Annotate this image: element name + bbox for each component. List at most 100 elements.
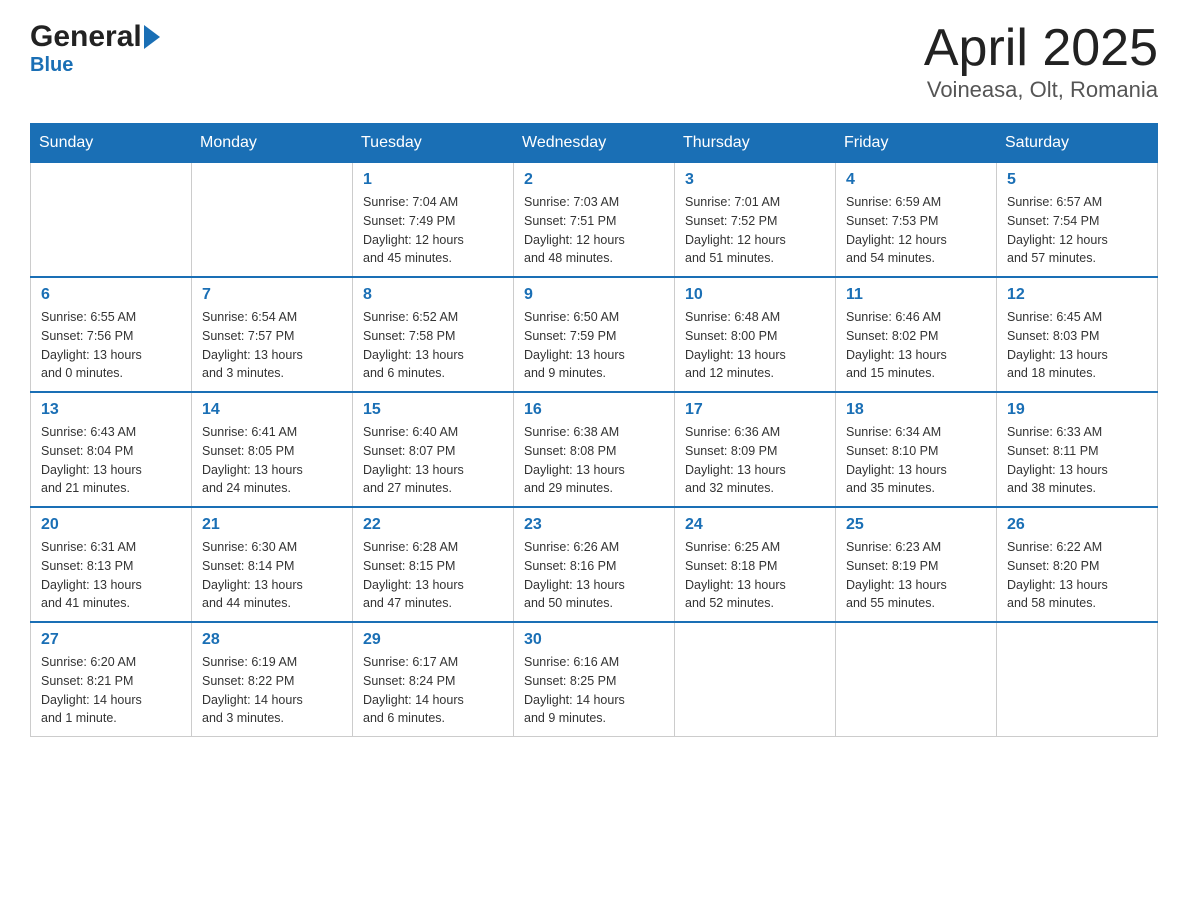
- table-row: 10 Sunrise: 6:48 AM Sunset: 8:00 PM Dayli…: [675, 277, 836, 392]
- table-row: 13 Sunrise: 6:43 AM Sunset: 8:04 PM Dayli…: [31, 392, 192, 507]
- col-thursday: Thursday: [675, 124, 836, 163]
- day-number: 28: [202, 631, 342, 649]
- table-row: 30 Sunrise: 6:16 AM Sunset: 8:25 PM Dayli…: [514, 622, 675, 737]
- day-number: 14: [202, 401, 342, 419]
- day-number: 1: [363, 171, 503, 189]
- calendar-week-row: 1 Sunrise: 7:04 AM Sunset: 7:49 PM Daylig…: [31, 163, 1158, 278]
- day-info: Sunrise: 6:40 AM Sunset: 8:07 PM Dayligh…: [363, 423, 503, 498]
- table-row: 14 Sunrise: 6:41 AM Sunset: 8:05 PM Dayli…: [192, 392, 353, 507]
- day-number: 11: [846, 286, 986, 304]
- day-info: Sunrise: 6:48 AM Sunset: 8:00 PM Dayligh…: [685, 308, 825, 383]
- table-row: 28 Sunrise: 6:19 AM Sunset: 8:22 PM Dayli…: [192, 622, 353, 737]
- table-row: 4 Sunrise: 6:59 AM Sunset: 7:53 PM Daylig…: [836, 163, 997, 278]
- table-row: [997, 622, 1158, 737]
- day-number: 29: [363, 631, 503, 649]
- col-tuesday: Tuesday: [353, 124, 514, 163]
- day-info: Sunrise: 6:31 AM Sunset: 8:13 PM Dayligh…: [41, 538, 181, 613]
- day-number: 24: [685, 516, 825, 534]
- day-number: 19: [1007, 401, 1147, 419]
- logo-triangle-icon: [144, 25, 160, 49]
- day-number: 25: [846, 516, 986, 534]
- day-number: 9: [524, 286, 664, 304]
- logo-general: General: [30, 20, 142, 54]
- day-info: Sunrise: 7:03 AM Sunset: 7:51 PM Dayligh…: [524, 193, 664, 268]
- day-info: Sunrise: 6:43 AM Sunset: 8:04 PM Dayligh…: [41, 423, 181, 498]
- table-row: 1 Sunrise: 7:04 AM Sunset: 7:49 PM Daylig…: [353, 163, 514, 278]
- calendar-header-row: Sunday Monday Tuesday Wednesday Thursday…: [31, 124, 1158, 163]
- day-info: Sunrise: 6:36 AM Sunset: 8:09 PM Dayligh…: [685, 423, 825, 498]
- table-row: 17 Sunrise: 6:36 AM Sunset: 8:09 PM Dayli…: [675, 392, 836, 507]
- day-info: Sunrise: 6:28 AM Sunset: 8:15 PM Dayligh…: [363, 538, 503, 613]
- table-row: 12 Sunrise: 6:45 AM Sunset: 8:03 PM Dayli…: [997, 277, 1158, 392]
- day-info: Sunrise: 6:59 AM Sunset: 7:53 PM Dayligh…: [846, 193, 986, 268]
- day-number: 7: [202, 286, 342, 304]
- day-info: Sunrise: 6:50 AM Sunset: 7:59 PM Dayligh…: [524, 308, 664, 383]
- table-row: 21 Sunrise: 6:30 AM Sunset: 8:14 PM Dayli…: [192, 507, 353, 622]
- day-info: Sunrise: 6:25 AM Sunset: 8:18 PM Dayligh…: [685, 538, 825, 613]
- day-number: 8: [363, 286, 503, 304]
- day-number: 20: [41, 516, 181, 534]
- day-number: 18: [846, 401, 986, 419]
- table-row: 11 Sunrise: 6:46 AM Sunset: 8:02 PM Dayli…: [836, 277, 997, 392]
- calendar-week-row: 6Sunrise: 6:55 AM Sunset: 7:56 PM Daylig…: [31, 277, 1158, 392]
- table-row: 6Sunrise: 6:55 AM Sunset: 7:56 PM Daylig…: [31, 277, 192, 392]
- day-info: Sunrise: 7:04 AM Sunset: 7:49 PM Dayligh…: [363, 193, 503, 268]
- col-monday: Monday: [192, 124, 353, 163]
- day-number: 21: [202, 516, 342, 534]
- table-row: [836, 622, 997, 737]
- day-number: 17: [685, 401, 825, 419]
- day-number: 30: [524, 631, 664, 649]
- day-info: Sunrise: 6:22 AM Sunset: 8:20 PM Dayligh…: [1007, 538, 1147, 613]
- day-info: Sunrise: 6:34 AM Sunset: 8:10 PM Dayligh…: [846, 423, 986, 498]
- page-header: General Blue April 2025 Voineasa, Olt, R…: [30, 20, 1158, 103]
- table-row: 8 Sunrise: 6:52 AM Sunset: 7:58 PM Daylig…: [353, 277, 514, 392]
- day-info: Sunrise: 6:16 AM Sunset: 8:25 PM Dayligh…: [524, 653, 664, 728]
- day-number: 15: [363, 401, 503, 419]
- table-row: 23Sunrise: 6:26 AM Sunset: 8:16 PM Dayli…: [514, 507, 675, 622]
- day-info: Sunrise: 6:46 AM Sunset: 8:02 PM Dayligh…: [846, 308, 986, 383]
- day-info: Sunrise: 6:26 AM Sunset: 8:16 PM Dayligh…: [524, 538, 664, 613]
- table-row: 19 Sunrise: 6:33 AM Sunset: 8:11 PM Dayli…: [997, 392, 1158, 507]
- table-row: 18 Sunrise: 6:34 AM Sunset: 8:10 PM Dayli…: [836, 392, 997, 507]
- col-sunday: Sunday: [31, 124, 192, 163]
- table-row: 22Sunrise: 6:28 AM Sunset: 8:15 PM Dayli…: [353, 507, 514, 622]
- day-info: Sunrise: 6:33 AM Sunset: 8:11 PM Dayligh…: [1007, 423, 1147, 498]
- day-info: Sunrise: 6:38 AM Sunset: 8:08 PM Dayligh…: [524, 423, 664, 498]
- calendar-title: April 2025: [924, 20, 1158, 77]
- col-saturday: Saturday: [997, 124, 1158, 163]
- day-info: Sunrise: 6:54 AM Sunset: 7:57 PM Dayligh…: [202, 308, 342, 383]
- day-number: 4: [846, 171, 986, 189]
- table-row: 9 Sunrise: 6:50 AM Sunset: 7:59 PM Daylig…: [514, 277, 675, 392]
- table-row: 27 Sunrise: 6:20 AM Sunset: 8:21 PM Dayli…: [31, 622, 192, 737]
- day-info: Sunrise: 6:30 AM Sunset: 8:14 PM Dayligh…: [202, 538, 342, 613]
- table-row: [192, 163, 353, 278]
- day-number: 13: [41, 401, 181, 419]
- table-row: [31, 163, 192, 278]
- logo-blue: Blue: [30, 54, 73, 77]
- day-info: Sunrise: 6:23 AM Sunset: 8:19 PM Dayligh…: [846, 538, 986, 613]
- day-number: 12: [1007, 286, 1147, 304]
- table-row: 25 Sunrise: 6:23 AM Sunset: 8:19 PM Dayli…: [836, 507, 997, 622]
- day-number: 10: [685, 286, 825, 304]
- day-info: Sunrise: 6:41 AM Sunset: 8:05 PM Dayligh…: [202, 423, 342, 498]
- calendar-week-row: 20 Sunrise: 6:31 AM Sunset: 8:13 PM Dayli…: [31, 507, 1158, 622]
- day-info: Sunrise: 6:17 AM Sunset: 8:24 PM Dayligh…: [363, 653, 503, 728]
- day-info: Sunrise: 6:45 AM Sunset: 8:03 PM Dayligh…: [1007, 308, 1147, 383]
- day-info: Sunrise: 6:52 AM Sunset: 7:58 PM Dayligh…: [363, 308, 503, 383]
- table-row: 15 Sunrise: 6:40 AM Sunset: 8:07 PM Dayli…: [353, 392, 514, 507]
- calendar-week-row: 13 Sunrise: 6:43 AM Sunset: 8:04 PM Dayli…: [31, 392, 1158, 507]
- col-wednesday: Wednesday: [514, 124, 675, 163]
- day-number: 2: [524, 171, 664, 189]
- table-row: 2 Sunrise: 7:03 AM Sunset: 7:51 PM Daylig…: [514, 163, 675, 278]
- day-info: Sunrise: 6:57 AM Sunset: 7:54 PM Dayligh…: [1007, 193, 1147, 268]
- day-number: 27: [41, 631, 181, 649]
- day-number: 16: [524, 401, 664, 419]
- table-row: 24 Sunrise: 6:25 AM Sunset: 8:18 PM Dayli…: [675, 507, 836, 622]
- day-number: 3: [685, 171, 825, 189]
- table-row: 29 Sunrise: 6:17 AM Sunset: 8:24 PM Dayli…: [353, 622, 514, 737]
- table-row: [675, 622, 836, 737]
- day-info: Sunrise: 6:20 AM Sunset: 8:21 PM Dayligh…: [41, 653, 181, 728]
- day-info: Sunrise: 6:55 AM Sunset: 7:56 PM Dayligh…: [41, 308, 181, 383]
- table-row: 7 Sunrise: 6:54 AM Sunset: 7:57 PM Daylig…: [192, 277, 353, 392]
- day-info: Sunrise: 6:19 AM Sunset: 8:22 PM Dayligh…: [202, 653, 342, 728]
